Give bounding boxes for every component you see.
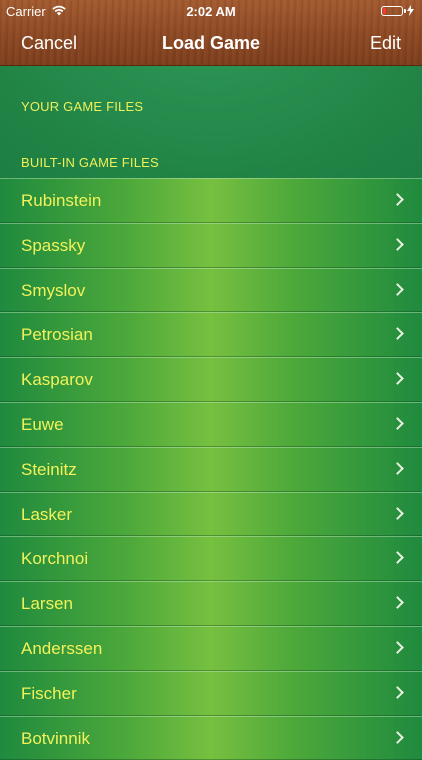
list-item[interactable]: Fischer xyxy=(0,670,422,716)
list-item[interactable]: Anderssen xyxy=(0,625,422,671)
list-item[interactable]: Euwe xyxy=(0,401,422,447)
game-name: Smyslov xyxy=(21,280,86,300)
game-file-list: Rubinstein Spassky Smyslov Petrosian Kas… xyxy=(0,178,422,760)
list-item[interactable]: Smyslov xyxy=(0,267,422,313)
game-name: Spassky xyxy=(21,235,86,255)
page-title: Load Game xyxy=(161,33,261,53)
game-name: Petrosian xyxy=(21,325,93,345)
list-item[interactable]: Rubinstein xyxy=(0,178,422,223)
chevron-right-icon xyxy=(391,551,404,565)
chevron-right-icon xyxy=(391,641,404,654)
status-time: 2:02 AM xyxy=(186,3,236,19)
section-header-your-game-files: YOUR GAME FILES xyxy=(21,99,144,114)
game-name: Steinitz xyxy=(21,459,77,479)
list-item[interactable]: Petrosian xyxy=(0,312,422,358)
edit-button[interactable]: Edit xyxy=(370,32,401,54)
chevron-right-icon xyxy=(391,506,404,520)
game-name: Euwe xyxy=(21,414,64,434)
chevron-right-icon xyxy=(391,282,404,296)
list-item[interactable]: Kasparov xyxy=(0,357,422,402)
game-name: Larsen xyxy=(21,594,73,614)
chevron-right-icon xyxy=(391,685,404,699)
chevron-right-icon xyxy=(391,327,404,341)
game-name: Lasker xyxy=(21,504,73,524)
chevron-right-icon xyxy=(391,461,404,475)
chevron-right-icon xyxy=(391,730,404,744)
chevron-right-icon xyxy=(391,193,404,206)
game-name: Rubinstein xyxy=(21,191,102,210)
game-name: Korchnoi xyxy=(21,549,89,569)
chevron-right-icon xyxy=(391,372,404,386)
chevron-right-icon xyxy=(391,417,404,430)
game-name: Botvinnik xyxy=(21,728,90,748)
game-name: Anderssen xyxy=(21,638,103,658)
section-header-built-in-game-files: BUILT-IN GAME FILES xyxy=(21,155,159,170)
list-item[interactable]: Botvinnik xyxy=(0,715,422,760)
status-bar: Carrier 2:02 AM xyxy=(0,0,422,22)
list-item[interactable]: Steinitz xyxy=(0,446,422,492)
chevron-right-icon xyxy=(391,237,404,251)
list-item[interactable]: Korchnoi xyxy=(0,536,422,582)
list-item[interactable]: Lasker xyxy=(0,491,422,537)
game-name: Kasparov xyxy=(21,370,93,390)
battery-icon xyxy=(381,6,406,16)
list-item[interactable]: Larsen xyxy=(0,581,422,626)
list-item[interactable]: Spassky xyxy=(0,222,422,268)
chevron-right-icon xyxy=(391,596,404,610)
game-name: Fischer xyxy=(21,683,77,703)
